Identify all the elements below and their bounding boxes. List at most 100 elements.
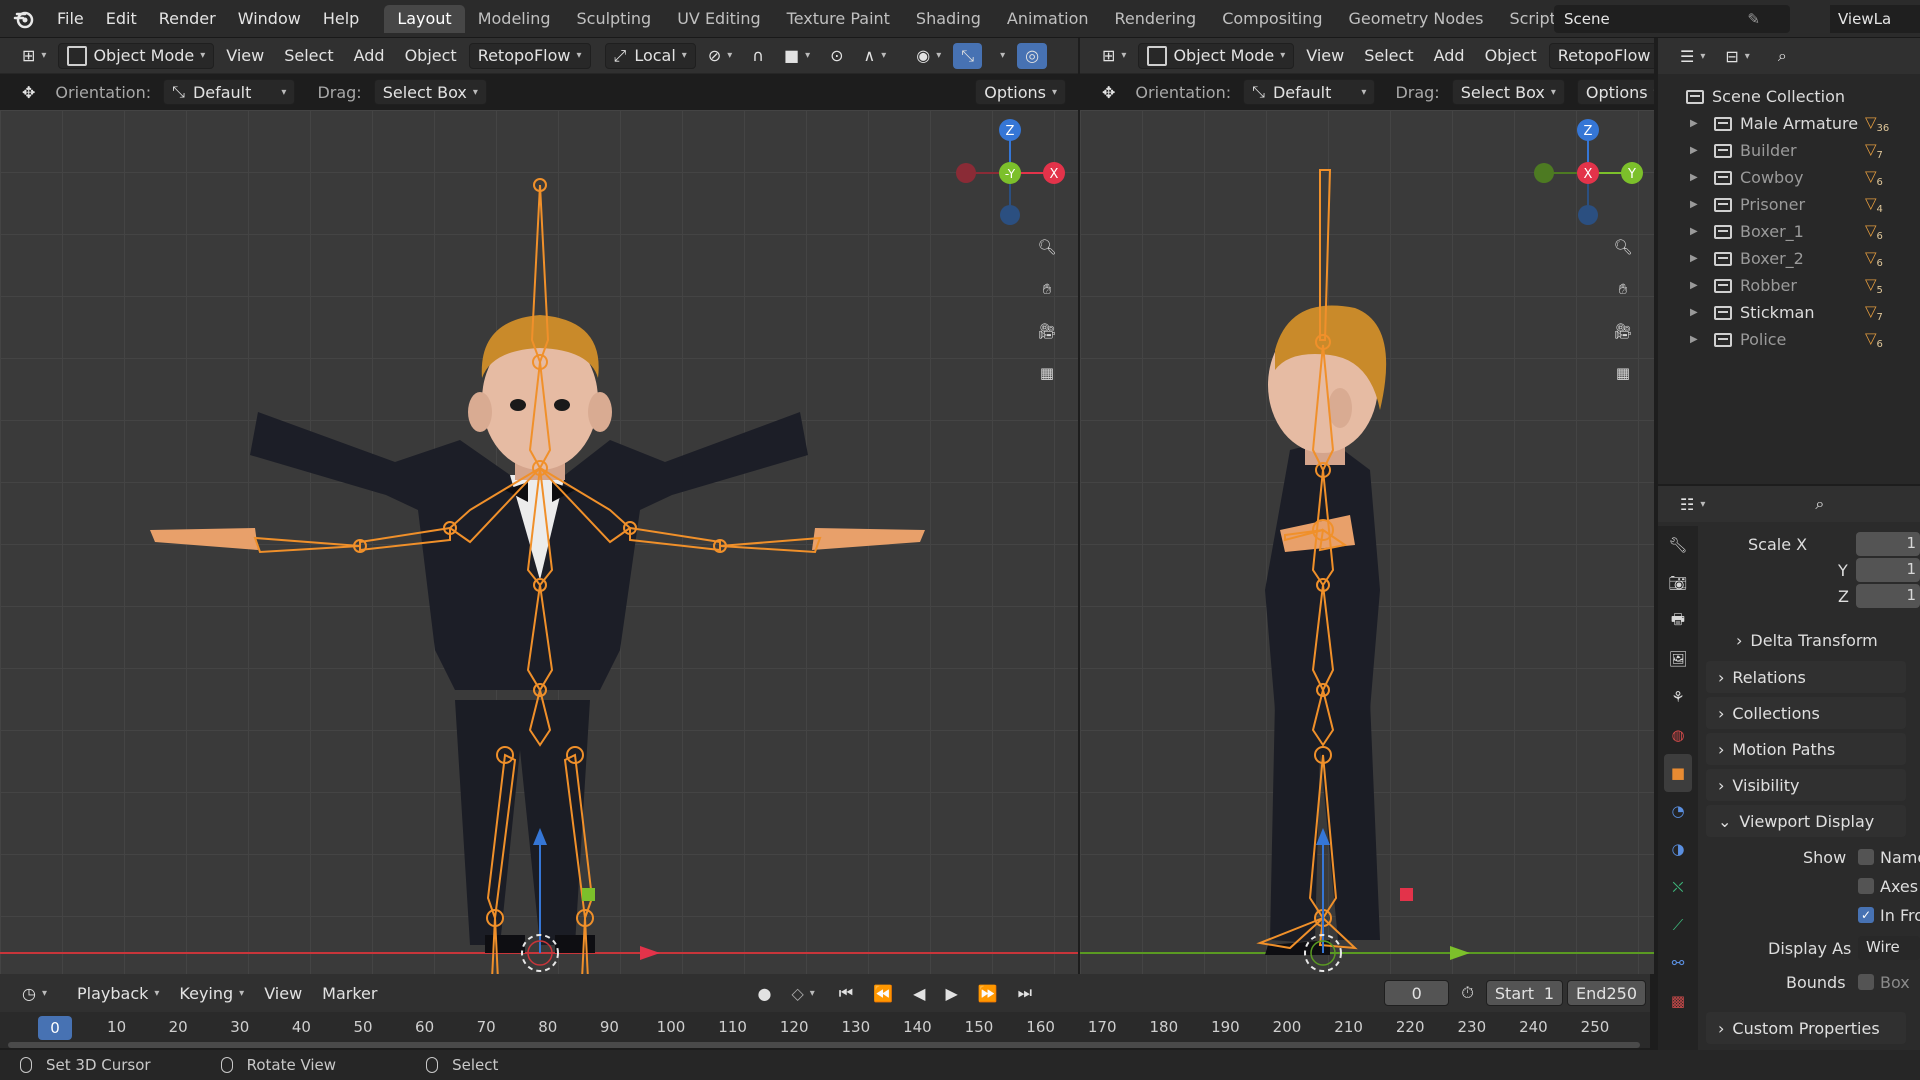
- tab-uv-editing[interactable]: UV Editing: [664, 5, 773, 33]
- gizmo-dropdown-icon[interactable]: ▾: [986, 43, 1013, 69]
- outliner-item[interactable]: ▶ Boxer_2 ▽6: [1658, 245, 1920, 272]
- display-as-dropdown[interactable]: Wire: [1858, 936, 1920, 960]
- pin-icon[interactable]: ✎: [1747, 10, 1760, 28]
- outliner-item[interactable]: ▶ Builder ▽7: [1658, 137, 1920, 164]
- menu-file[interactable]: File: [46, 9, 95, 28]
- left-navigation-gizmo[interactable]: Z X -Y: [950, 110, 1070, 230]
- left-options-dropdown[interactable]: Options ▾: [975, 79, 1066, 105]
- scale-x-field[interactable]: 1: [1856, 532, 1920, 556]
- menu-window[interactable]: Window: [227, 9, 312, 28]
- right-navigation-gizmo[interactable]: Z X Y: [1528, 110, 1648, 230]
- display-mode-icon[interactable]: ⊟ ▾: [1717, 43, 1757, 69]
- expand-arrow-icon[interactable]: ▶: [1690, 253, 1704, 264]
- properties-search-icon[interactable]: ⌕: [1807, 491, 1832, 517]
- object-data-armature-tab-icon[interactable]: ⛌: [1664, 868, 1692, 906]
- outliner-item[interactable]: ▶ Robber ▽5: [1658, 272, 1920, 299]
- x-gizmo-arrow-head[interactable]: [640, 946, 660, 960]
- blender-logo-icon[interactable]: [12, 7, 36, 31]
- relations-panel[interactable]: › Relations: [1706, 661, 1906, 693]
- custom-properties-panel[interactable]: › Custom Properties: [1706, 1012, 1906, 1044]
- play-icon[interactable]: ▶: [937, 980, 965, 1006]
- outliner-item[interactable]: ▶ Prisoner ▽4: [1658, 191, 1920, 218]
- start-frame-field[interactable]: Start 1: [1485, 980, 1564, 1006]
- world-tab-icon[interactable]: ◍: [1664, 716, 1692, 754]
- outliner-item[interactable]: ▶ Cowboy ▽6: [1658, 164, 1920, 191]
- right-orientation-dropdown[interactable]: ⤡ Default ▾: [1243, 79, 1376, 105]
- right-pan-hand-icon[interactable]: ✋︎: [1606, 272, 1640, 306]
- collections-panel[interactable]: › Collections: [1706, 697, 1906, 729]
- right-retopoflow-menu[interactable]: RetopoFlow▾: [1548, 42, 1654, 69]
- keying-menu[interactable]: Keying ▾: [171, 980, 252, 1006]
- jump-start-icon[interactable]: ⏮: [831, 980, 861, 1006]
- timeline-view-menu[interactable]: View: [256, 980, 310, 1006]
- left-orientation-dropdown[interactable]: ⤡ Default ▾: [163, 79, 296, 105]
- motion-paths-panel[interactable]: › Motion Paths: [1706, 733, 1906, 765]
- tab-rendering[interactable]: Rendering: [1102, 5, 1210, 33]
- scale-z-field[interactable]: 1: [1856, 584, 1920, 608]
- right-gizmo-neg-z-icon[interactable]: [1578, 205, 1598, 225]
- texture-tab-icon[interactable]: ▩: [1664, 982, 1692, 1020]
- visibility-icon[interactable]: ◉ ▾: [908, 43, 949, 69]
- jump-end-icon[interactable]: ⏭: [1010, 980, 1040, 1006]
- right-3d-viewport[interactable]: Z X Y 🔍︎ ✋︎ 🎥︎ ▦: [1080, 110, 1654, 974]
- right-zoom-icon[interactable]: 🔍︎: [1606, 230, 1640, 264]
- play-reverse-icon[interactable]: ◀: [905, 980, 933, 1006]
- right-mode-dropdown[interactable]: Object Mode ▾: [1138, 42, 1295, 69]
- right-camera-icon[interactable]: 🎥︎: [1606, 314, 1640, 348]
- tab-modeling[interactable]: Modeling: [465, 5, 564, 33]
- left-drag-dropdown[interactable]: Select Box ▾: [373, 79, 487, 105]
- timeline-scrollbar[interactable]: [8, 1042, 1640, 1048]
- left-menu-select[interactable]: Select: [276, 43, 341, 69]
- left-menu-add[interactable]: Add: [346, 43, 393, 69]
- left-menu-view[interactable]: View: [218, 43, 272, 69]
- menu-edit[interactable]: Edit: [95, 9, 148, 28]
- expand-arrow-icon[interactable]: ▶: [1690, 226, 1704, 237]
- y-gizmo-arrow-head[interactable]: [1450, 946, 1470, 960]
- snap-target-icon[interactable]: ■ ▾: [776, 43, 818, 69]
- pan-hand-icon[interactable]: ✋︎: [1030, 272, 1064, 306]
- right-drag-dropdown[interactable]: Select Box ▾: [1451, 79, 1565, 105]
- stopwatch-icon[interactable]: ⏱: [1453, 980, 1481, 1006]
- move-tool-icon[interactable]: ✥: [14, 79, 43, 105]
- perspective-grid-icon[interactable]: ▦: [1030, 356, 1064, 390]
- right-gizmo-neg-y-icon[interactable]: [1534, 163, 1554, 183]
- timeline-ruler[interactable]: 0 10 20 30 40 50 60 70 80 90 100 110 120 130 140 150 16…: [0, 1012, 1650, 1048]
- end-frame-field[interactable]: End 250: [1567, 980, 1646, 1006]
- left-mode-dropdown[interactable]: Object Mode ▾: [58, 42, 215, 69]
- right-options-dropdown[interactable]: Options▾: [1576, 79, 1654, 105]
- outliner-item[interactable]: ▶ Boxer_1 ▽6: [1658, 218, 1920, 245]
- tab-texture-paint[interactable]: Texture Paint: [774, 5, 903, 33]
- properties-editor-type-icon[interactable]: ☷ ▾: [1672, 491, 1713, 517]
- expand-arrow-icon[interactable]: ▶: [1690, 172, 1704, 183]
- camera-icon[interactable]: 🎥︎: [1030, 314, 1064, 348]
- viewport-display-panel[interactable]: ⌄ Viewport Display: [1706, 805, 1906, 837]
- right-move-tool-icon[interactable]: ✥: [1094, 79, 1123, 105]
- scene-selector[interactable]: Scene ✎: [1554, 5, 1790, 33]
- right-menu-object[interactable]: Object: [1477, 43, 1545, 69]
- snap-icon[interactable]: ∩: [744, 43, 772, 69]
- expand-arrow-icon[interactable]: ▶: [1690, 118, 1704, 129]
- right-perspective-grid-icon[interactable]: ▦: [1606, 356, 1640, 390]
- tab-layout[interactable]: Layout: [384, 4, 465, 33]
- expand-arrow-icon[interactable]: ▶: [1690, 307, 1704, 318]
- physics-tab-icon[interactable]: ◑: [1664, 830, 1692, 868]
- modifiers-tab-icon[interactable]: ◔: [1664, 792, 1692, 830]
- outliner-editor-type-icon[interactable]: ☰ ▾: [1672, 43, 1713, 69]
- expand-arrow-icon[interactable]: ▶: [1690, 199, 1704, 210]
- left-menu-object[interactable]: Object: [397, 43, 465, 69]
- record-icon[interactable]: ●: [749, 980, 779, 1006]
- scene-tab-icon[interactable]: ⚘: [1664, 678, 1692, 716]
- zoom-icon[interactable]: 🔍︎: [1030, 230, 1064, 264]
- outliner-item[interactable]: ▶ Male Armature ▽36: [1658, 110, 1920, 137]
- tab-sculpting[interactable]: Sculpting: [563, 5, 664, 33]
- gizmo-neg-z-icon[interactable]: [1000, 205, 1020, 225]
- right-menu-add[interactable]: Add: [1426, 43, 1473, 69]
- outliner-search-icon[interactable]: ⌕: [1770, 43, 1795, 69]
- pivot-icon[interactable]: ⊘ ▾: [700, 43, 740, 69]
- jump-keyframe-back-icon[interactable]: ⏪: [865, 980, 901, 1006]
- overlay-toggle-icon[interactable]: ◎: [1017, 42, 1048, 69]
- expand-arrow-icon[interactable]: ▶: [1690, 334, 1704, 345]
- playback-menu[interactable]: Playback ▾: [69, 980, 167, 1006]
- tab-compositing[interactable]: Compositing: [1209, 5, 1335, 33]
- delta-transform-subpanel[interactable]: › Delta Transform: [1736, 626, 1878, 654]
